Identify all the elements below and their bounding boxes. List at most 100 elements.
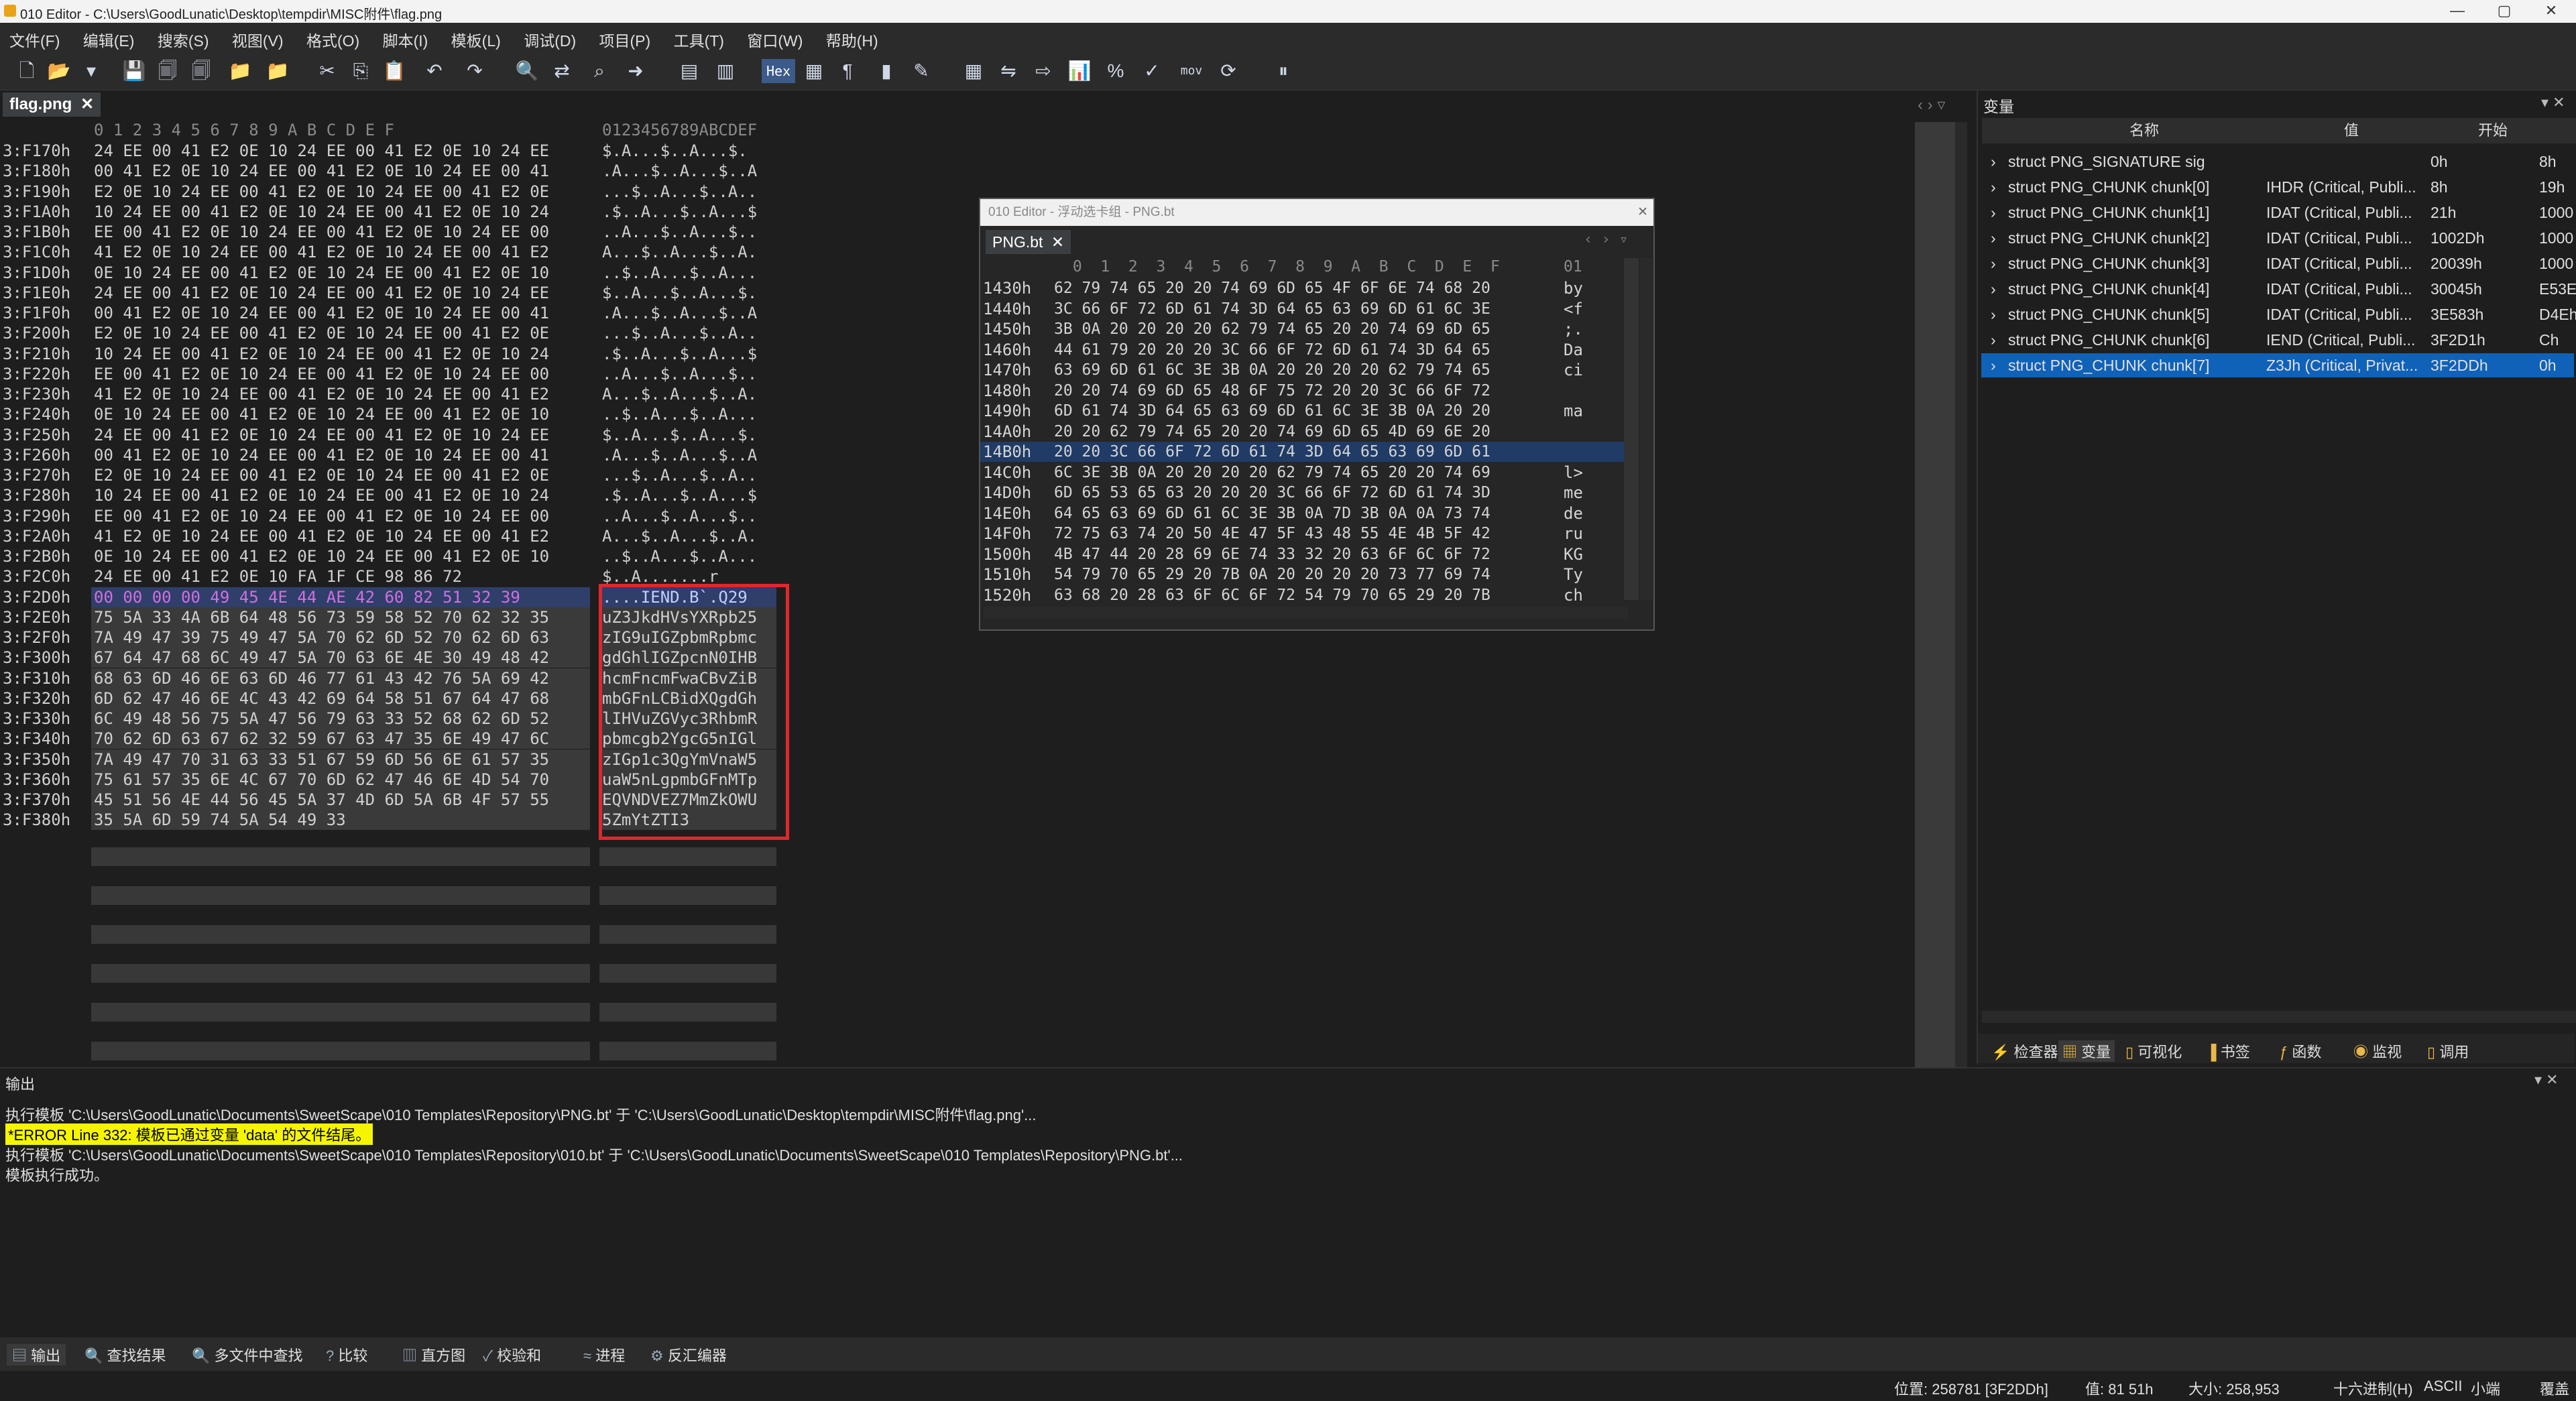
float-nav-icon[interactable]: ‹ › ▿ bbox=[1584, 231, 1628, 248]
hex-bytes[interactable]: 75 5A 33 4A 6B 64 48 56 73 59 58 52 70 6… bbox=[94, 607, 549, 627]
ascii-text[interactable]: ..A...$..A...$.. bbox=[602, 364, 757, 384]
menu-window[interactable]: 窗口(W) bbox=[738, 23, 812, 56]
chevron-right-icon[interactable]: › bbox=[1991, 277, 1996, 301]
output-pin-close-icon[interactable]: ▾ ✕ bbox=[2534, 1071, 2559, 1089]
variable-row[interactable]: › struct PNG_CHUNK chunk[4] IDAT (Critical… bbox=[1981, 277, 2576, 301]
hex-bytes[interactable]: E2 0E 10 24 EE 00 41 E2 0E 10 24 EE 00 4… bbox=[94, 465, 549, 485]
hex-bytes[interactable]: 7A 49 47 39 75 49 47 5A 70 62 6D 52 70 6… bbox=[94, 627, 549, 648]
ascii-text[interactable]: by bbox=[1564, 278, 1583, 298]
import-icon[interactable]: ⇨ bbox=[1031, 59, 1055, 83]
status-charset[interactable]: ASCII bbox=[2424, 1378, 2462, 1395]
ascii-text[interactable]: .A...$..A...$..A bbox=[602, 303, 757, 323]
hex-bytes[interactable]: 0E 10 24 EE 00 41 E2 0E 10 24 EE 00 41 E… bbox=[94, 404, 549, 424]
hex-bytes[interactable]: E2 0E 10 24 EE 00 41 E2 0E 10 24 EE 00 4… bbox=[94, 182, 549, 202]
hex-row[interactable]: 3:F170h 24 EE 00 41 E2 0E 10 24 EE 00 41 … bbox=[0, 141, 805, 161]
hex-bytes[interactable]: 6C 49 48 56 75 5A 47 56 79 63 33 52 68 6… bbox=[94, 709, 549, 729]
mov-button[interactable]: mov bbox=[1175, 59, 1208, 83]
find-icon[interactable]: 🔍 bbox=[515, 59, 539, 83]
chevron-right-icon[interactable]: › bbox=[1991, 251, 1996, 276]
save-icon[interactable]: 💾 bbox=[122, 59, 146, 83]
hex-bytes[interactable]: 0E 10 24 EE 00 41 E2 0E 10 24 EE 00 41 E… bbox=[94, 546, 549, 566]
hex-bytes[interactable]: 63 69 6D 61 6C 3E 3B 0A 20 20 20 20 62 7… bbox=[1054, 360, 1490, 380]
hex-bytes[interactable]: 10 24 EE 00 41 E2 0E 10 24 EE 00 41 E2 0… bbox=[94, 344, 549, 364]
panel-pin-close-icon[interactable]: ▾ ✕ bbox=[2541, 94, 2565, 111]
pause-icon[interactable]: ⏸ bbox=[1271, 59, 1295, 83]
paste-icon[interactable]: 📋 bbox=[382, 59, 406, 83]
ascii-text[interactable]: ..$..A...$..A... bbox=[602, 546, 757, 566]
hex-bytes[interactable]: 45 51 56 4E 44 56 45 5A 37 4D 6D 5A 6B 4… bbox=[94, 790, 549, 810]
ascii-text[interactable]: <f bbox=[1564, 299, 1583, 319]
save-as-icon[interactable]: 🗐 bbox=[156, 59, 180, 83]
hex-scrollbar[interactable] bbox=[1955, 122, 1967, 1067]
tab-compare[interactable]: ? 比较 bbox=[326, 1344, 367, 1365]
find-in-files-icon[interactable]: ⌕ bbox=[587, 59, 611, 83]
hex-bytes[interactable]: EE 00 41 E2 0E 10 24 EE 00 41 E2 0E 10 2… bbox=[94, 222, 549, 242]
hex-bytes[interactable]: 6D 65 53 65 63 20 20 20 3C 66 6F 72 6D 6… bbox=[1054, 483, 1490, 503]
float-hex-row[interactable]: 1500h 4B 47 44 20 28 69 6E 74 33 32 20 63… bbox=[980, 544, 1624, 564]
variable-row[interactable]: › struct PNG_CHUNK chunk[6] IEND (Critical… bbox=[1981, 328, 2574, 352]
ascii-text[interactable]: ch bbox=[1564, 585, 1583, 605]
ascii-text[interactable]: KG bbox=[1564, 544, 1583, 564]
ascii-text[interactable]: ci bbox=[1564, 360, 1583, 380]
base-converter-icon[interactable]: ⇋ bbox=[996, 59, 1020, 83]
hex-bytes[interactable]: 3B 0A 20 20 20 20 62 79 74 65 20 20 74 6… bbox=[1054, 319, 1490, 339]
status-mode[interactable]: 十六进制(H) bbox=[2333, 1378, 2413, 1399]
chevron-right-icon[interactable]: › bbox=[1991, 175, 1996, 199]
float-hex-row[interactable]: 14B0h 20 20 3C 66 6F 72 6D 61 74 3D 64 65… bbox=[980, 442, 1624, 462]
maximize-button[interactable]: ▢ bbox=[2481, 0, 2528, 23]
variable-row[interactable]: › struct PNG_CHUNK chunk[5] IDAT (Critical… bbox=[1981, 302, 2576, 326]
minimap[interactable] bbox=[1915, 122, 1955, 1067]
hex-row[interactable]: 3:F280h 10 24 EE 00 41 E2 0E 10 24 EE 00 … bbox=[0, 485, 805, 505]
chevron-right-icon[interactable]: › bbox=[1991, 226, 1996, 250]
hex-bytes[interactable]: 24 EE 00 41 E2 0E 10 24 EE 00 41 E2 0E 1… bbox=[94, 283, 549, 303]
hex-bytes[interactable]: 6D 61 74 3D 64 65 63 69 6D 61 6C 3E 3B 0… bbox=[1054, 401, 1490, 421]
tab-visualize[interactable]: ▯ 可视化 bbox=[2125, 1040, 2182, 1062]
hex-row[interactable]: 3:F210h 10 24 EE 00 41 E2 0E 10 24 EE 00 … bbox=[0, 344, 805, 364]
hex-bytes[interactable]: 10 24 EE 00 41 E2 0E 10 24 EE 00 41 E2 0… bbox=[94, 202, 549, 222]
hex-bytes[interactable]: 6D 62 47 46 6E 4C 43 42 69 64 58 51 67 6… bbox=[94, 688, 549, 709]
hex-bytes[interactable]: 6C 3E 3B 0A 20 20 20 20 62 79 74 65 20 2… bbox=[1054, 463, 1490, 483]
hex-bytes[interactable]: EE 00 41 E2 0E 10 24 EE 00 41 E2 0E 10 2… bbox=[94, 364, 549, 384]
tab-inspector[interactable]: ⚡ 检查器 bbox=[1991, 1040, 2058, 1062]
highlight-icon[interactable]: ✎ bbox=[909, 59, 933, 83]
hex-bytes[interactable]: 00 41 E2 0E 10 24 EE 00 41 E2 0E 10 24 E… bbox=[94, 161, 549, 181]
ascii-text[interactable]: .$..A...$..A...$ bbox=[602, 344, 757, 364]
float-hex-row[interactable]: 1440h 3C 66 6F 72 6D 61 74 3D 64 65 63 69… bbox=[980, 299, 1624, 319]
floating-close-icon[interactable]: ✕ bbox=[1637, 199, 1648, 226]
cut-icon[interactable]: ✂ bbox=[315, 59, 339, 83]
ascii-text[interactable]: ..A...$..A...$.. bbox=[602, 222, 757, 242]
ascii-text[interactable]: de bbox=[1564, 503, 1583, 524]
hex-bytes[interactable]: 00 41 E2 0E 10 24 EE 00 41 E2 0E 10 24 E… bbox=[94, 445, 549, 465]
calculator-icon[interactable]: ▦ bbox=[961, 59, 986, 83]
hex-bytes[interactable]: 68 63 6D 46 6E 63 6D 46 77 61 43 42 76 5… bbox=[94, 668, 549, 688]
open-dropdown-icon[interactable]: ▾ bbox=[79, 59, 103, 83]
tab-variables[interactable]: ▦ 变量 bbox=[2058, 1040, 2115, 1062]
ascii-text[interactable]: $.A...$..A...$. bbox=[602, 141, 748, 161]
float-vscroll[interactable] bbox=[1640, 258, 1652, 600]
show-whitespace-icon[interactable]: ¶ bbox=[835, 59, 860, 83]
ascii-text[interactable]: ma bbox=[1564, 401, 1583, 421]
hex-row[interactable]: 3:F260h 00 41 E2 0E 10 24 EE 00 41 E2 0E … bbox=[0, 445, 805, 465]
minimize-button[interactable]: — bbox=[2434, 0, 2481, 23]
menu-file[interactable]: 文件(F) bbox=[0, 23, 69, 56]
ascii-text[interactable]: ...$..A...$..A.. bbox=[602, 465, 757, 485]
ascii-text[interactable]: $..A...$..A...$. bbox=[602, 283, 757, 303]
float-hex-row[interactable]: 1490h 6D 61 74 3D 64 65 63 69 6D 61 6C 3E… bbox=[980, 401, 1624, 421]
variable-row[interactable]: › struct PNG_CHUNK chunk[3] IDAT (Critical… bbox=[1981, 251, 2574, 276]
tab-histogram[interactable]: ▥ 直方图 bbox=[402, 1344, 465, 1365]
float-hex-row[interactable]: 1480h 20 20 74 69 6D 65 48 6F 75 72 20 20… bbox=[980, 381, 1624, 401]
tab-watch[interactable]: ◉ 监视 bbox=[2353, 1040, 2402, 1062]
histogram-icon[interactable]: 📊 bbox=[1067, 59, 1092, 83]
hex-row[interactable]: 3:F240h 0E 10 24 EE 00 41 E2 0E 10 24 EE … bbox=[0, 404, 805, 424]
chevron-right-icon[interactable]: › bbox=[1991, 200, 1996, 225]
hex-bytes[interactable]: 3C 66 6F 72 6D 61 74 3D 64 65 63 69 6D 6… bbox=[1054, 299, 1490, 319]
float-hex-row[interactable]: 14F0h 72 75 63 74 20 50 4E 47 5F 43 48 55… bbox=[980, 524, 1624, 544]
tab-png-bt[interactable]: PNG.bt ✕ bbox=[986, 230, 1071, 254]
variable-row[interactable]: › struct PNG_SIGNATURE sig 0h 8h bbox=[1981, 149, 2574, 174]
variable-row[interactable]: › struct PNG_CHUNK chunk[2] IDAT (Critical… bbox=[1981, 226, 2574, 250]
new-file-icon[interactable]: 🗋 bbox=[15, 59, 39, 83]
menu-scripts[interactable]: 脚本(I) bbox=[373, 23, 438, 56]
hex-bytes[interactable]: 70 62 6D 63 67 62 32 59 67 63 47 35 6E 4… bbox=[94, 729, 549, 749]
checksum-icon[interactable]: % bbox=[1104, 59, 1128, 83]
float-hex-row[interactable]: 14C0h 6C 3E 3B 0A 20 20 20 20 62 79 74 65… bbox=[980, 463, 1624, 483]
